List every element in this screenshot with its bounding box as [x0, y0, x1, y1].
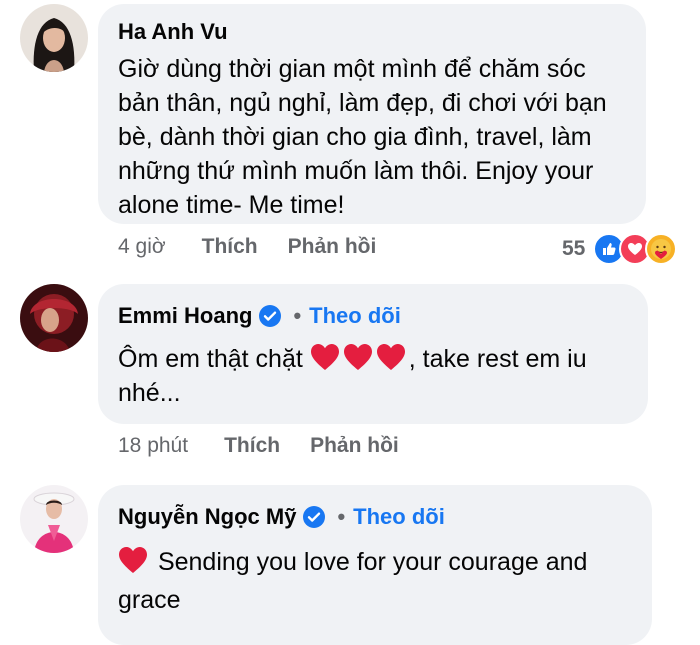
reply-button[interactable]: Phản hồi: [310, 434, 399, 458]
comment-text: Sending you love for your courage and gr…: [118, 543, 630, 619]
comment-bubble: Ha Anh Vu Giờ dùng thời gian một mình để…: [98, 4, 646, 224]
comment-author[interactable]: Emmi Hoang: [118, 302, 252, 330]
comment-text: Ôm em thật chặt , take rest em iu nhé...: [118, 342, 626, 410]
comment-bubble: Nguyễn Ngọc Mỹ • Theo dõi Sending you lo…: [98, 485, 652, 645]
avatar[interactable]: [20, 4, 88, 72]
follow-button[interactable]: Theo dõi: [309, 302, 401, 330]
heart-icon: [119, 547, 147, 573]
care-icon: [645, 233, 678, 265]
comment-header: Nguyễn Ngọc Mỹ • Theo dõi: [118, 503, 630, 531]
comment-bubble: Emmi Hoang • Theo dõi Ôm em thật chặt , …: [98, 284, 648, 424]
avatar[interactable]: [20, 485, 88, 553]
heart-icon: [310, 344, 339, 370]
separator: •: [293, 303, 302, 328]
comment-header: Emmi Hoang • Theo dõi: [118, 302, 626, 330]
reaction-count: 55: [562, 237, 586, 260]
verified-badge-icon: [259, 305, 282, 327]
comment-actions: 18 phút Thích Phản hồi: [118, 434, 429, 458]
heart-icon: [376, 344, 405, 370]
avatar[interactable]: [20, 284, 88, 352]
comment-time[interactable]: 18 phút: [118, 434, 188, 458]
emoji-group: [310, 343, 409, 371]
separator: •: [337, 504, 346, 529]
comment-author[interactable]: Ha Anh Vu: [118, 18, 624, 46]
like-button[interactable]: Thích: [224, 434, 280, 458]
comment-actions: 4 giờ Thích Phản hồi: [118, 235, 406, 259]
verified-badge-icon: [303, 506, 326, 528]
comment-author[interactable]: Nguyễn Ngọc Mỹ: [118, 503, 296, 531]
comment-time[interactable]: 4 giờ: [118, 235, 166, 259]
like-button[interactable]: Thích: [202, 235, 258, 259]
comment-text: Giờ dùng thời gian một mình để chăm sóc …: [118, 55, 607, 219]
heart-icon: [343, 344, 372, 370]
reaction-summary[interactable]: 55: [562, 233, 678, 265]
comment-text-part: Sending you love for your courage and gr…: [118, 548, 588, 614]
follow-button[interactable]: Theo dõi: [353, 503, 445, 531]
emoji-group: [118, 546, 151, 574]
reply-button[interactable]: Phản hồi: [288, 235, 377, 259]
comment-text-part: Ôm em thật chặt: [118, 345, 303, 373]
